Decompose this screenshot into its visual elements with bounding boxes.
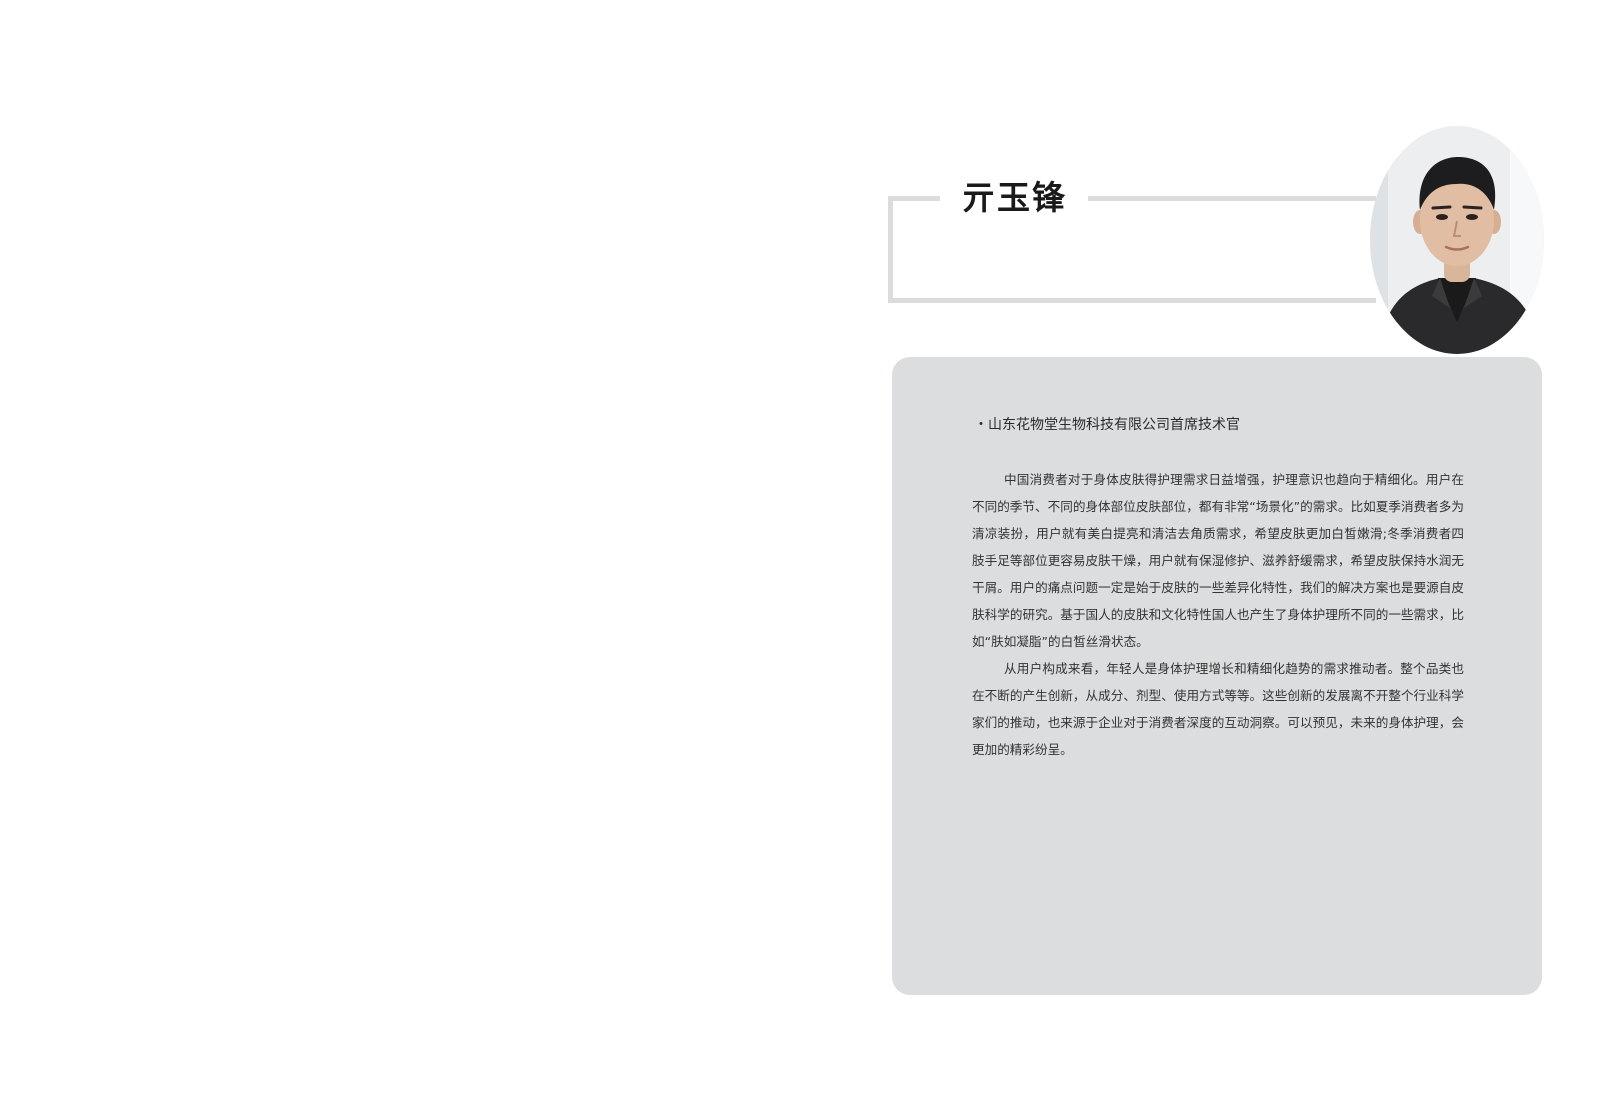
bio-paragraph: 从用户构成来看，年轻人是身体护理增长和精细化趋势的需求推动者。整个品类也在不断的… <box>972 661 1464 757</box>
portrait-photo <box>1370 126 1544 354</box>
bio-paragraph: 中国消费者对于身体皮肤得护理需求日益增强，护理意识也趋向于精细化。用户在不同的季… <box>972 472 1464 649</box>
person-name: 亓玉锋 <box>962 178 1067 217</box>
bio-text: 中国消费者对于身体皮肤得护理需求日益增强，护理意识也趋向于精细化。用户在不同的季… <box>972 466 1464 763</box>
job-title: ・山东花物堂生物科技有限公司首席技术官 <box>974 417 1240 433</box>
